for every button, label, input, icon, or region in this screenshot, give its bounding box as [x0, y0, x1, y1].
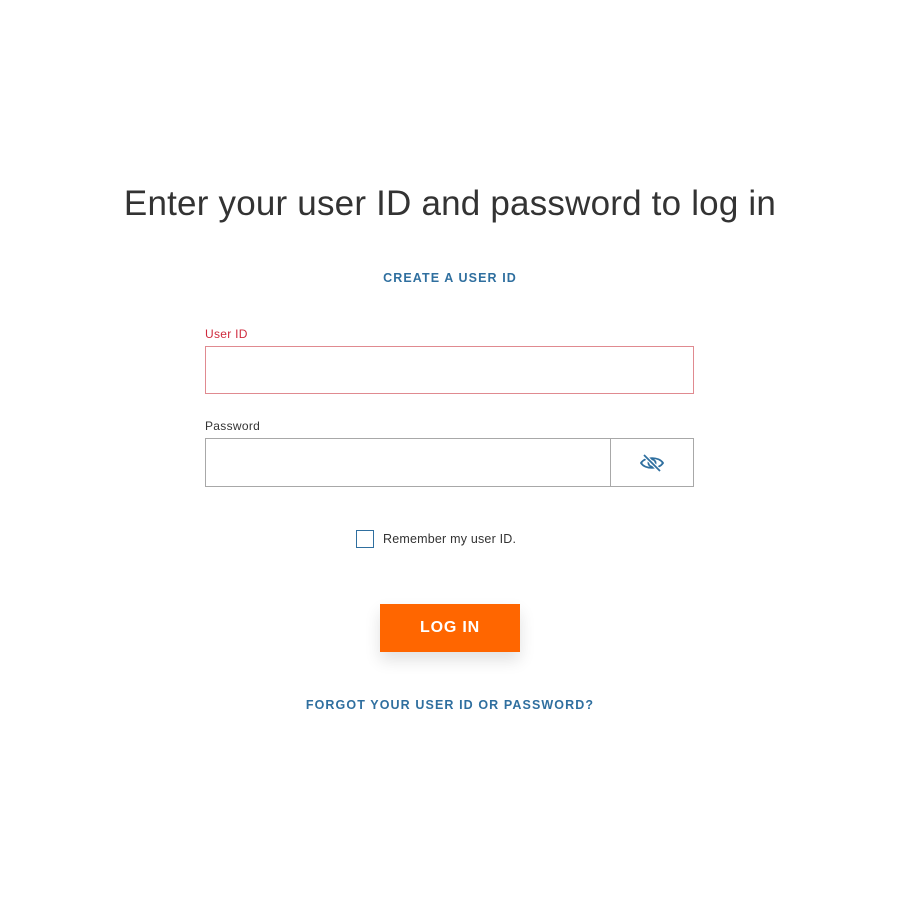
page-title: Enter your user ID and password to log i… — [123, 184, 777, 223]
login-page: Enter your user ID and password to log i… — [0, 0, 900, 900]
password-field — [205, 438, 694, 487]
eye-slash-icon — [639, 453, 665, 473]
create-user-id-link[interactable]: CREATE A USER ID — [0, 271, 900, 285]
forgot-credentials-link[interactable]: FORGOT YOUR USER ID OR PASSWORD? — [0, 698, 900, 712]
login-button[interactable]: LOG IN — [380, 604, 520, 652]
user-id-input[interactable] — [205, 346, 694, 394]
remember-checkbox[interactable] — [356, 530, 374, 548]
remember-user-id[interactable]: Remember my user ID. — [356, 530, 516, 548]
password-label: Password — [205, 419, 261, 433]
show-password-toggle[interactable] — [611, 439, 693, 486]
remember-label: Remember my user ID. — [383, 532, 517, 546]
password-input[interactable] — [206, 439, 611, 486]
user-id-label: User ID — [205, 327, 248, 341]
